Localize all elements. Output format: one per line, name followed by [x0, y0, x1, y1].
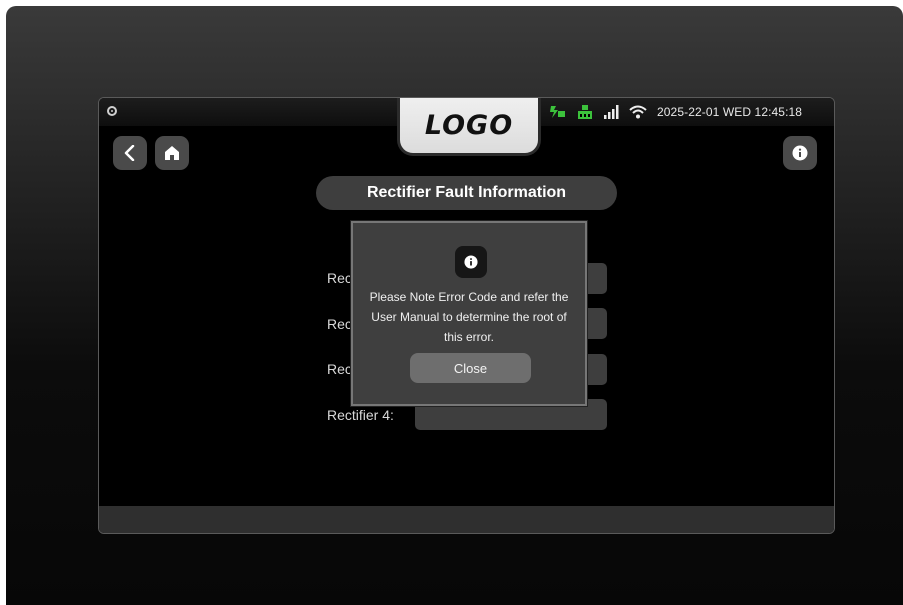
hmi-screen: 2025-22-01 WED 12:45:18 LOGO Rectifier F…: [98, 97, 835, 534]
status-icons: 2025-22-01 WED 12:45:18: [549, 102, 802, 122]
network-icon: [578, 105, 592, 119]
power-icon: [550, 106, 565, 118]
close-button[interactable]: Close: [410, 353, 531, 383]
signal-bars-icon: [604, 105, 619, 119]
rectifier-2-label: Rec: [327, 316, 352, 332]
home-button[interactable]: [155, 136, 189, 170]
info-button[interactable]: [783, 136, 817, 170]
dialog-info-icon-wrap: [455, 246, 487, 278]
datetime-label: 2025-22-01 WED 12:45:18: [657, 105, 803, 119]
home-icon: [165, 146, 179, 160]
chevron-left-icon: [124, 145, 135, 161]
rectifier-1-label: Rec: [327, 270, 352, 286]
info-icon: [464, 255, 478, 269]
logo: LOGO: [424, 110, 514, 141]
wifi-icon: [629, 105, 647, 119]
camera-icon: [107, 106, 117, 116]
info-icon: [792, 145, 808, 161]
page-title: Rectifier Fault Information: [316, 176, 617, 210]
rectifier-4-label: Rectifier 4:: [327, 407, 394, 423]
back-button[interactable]: [113, 136, 147, 170]
dialog-message: Please Note Error Code and refer the Use…: [369, 290, 569, 344]
rectifier-3-label: Rec: [327, 361, 352, 377]
logo-tab: LOGO: [397, 98, 541, 156]
bottom-bar: [99, 506, 834, 533]
error-dialog: Please Note Error Code and refer the Use…: [351, 221, 587, 406]
device-frame: 2025-22-01 WED 12:45:18 LOGO Rectifier F…: [6, 6, 903, 605]
